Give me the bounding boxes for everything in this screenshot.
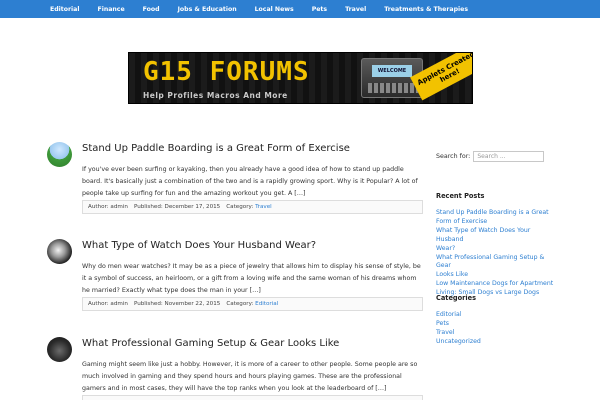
top-navigation: Editorial Finance Food Jobs & Education … <box>0 0 600 18</box>
search-label: Search for: <box>436 152 471 160</box>
category-item-uncategorized[interactable]: Uncategorized <box>436 338 556 347</box>
categories-list: Editorial Pets Travel Uncategorized <box>436 311 556 347</box>
post-title[interactable]: What Professional Gaming Setup & Gear Lo… <box>82 338 339 349</box>
watch-photo-icon[interactable] <box>47 239 72 264</box>
post-article: Stand Up Paddle Boarding is a Great Form… <box>47 142 423 216</box>
post-meta: Author: admin Published: November 22, 20… <box>82 297 423 311</box>
category-item-pets[interactable]: Pets <box>436 320 556 329</box>
post-title[interactable]: Stand Up Paddle Boarding is a Great Form… <box>82 143 350 154</box>
category-link[interactable]: Editorial <box>255 301 278 307</box>
nav-item-pets[interactable]: Pets <box>312 6 327 13</box>
categories-widget: Categories Editorial Pets Travel Uncateg… <box>436 294 556 347</box>
post-article: What Professional Gaming Setup & Gear Lo… <box>47 337 423 400</box>
recent-posts-title: Recent Posts <box>436 192 485 200</box>
author-name: admin <box>110 204 128 210</box>
nav-item-treatments-therapies[interactable]: Treatments & Therapies <box>384 6 468 13</box>
nav-item-travel[interactable]: Travel <box>345 6 366 13</box>
published-label: Published: <box>133 204 163 210</box>
recent-post-link[interactable]: Form of Exercise <box>436 218 556 227</box>
recent-post-link[interactable]: Stand Up Paddle Boarding is a Great <box>436 209 556 218</box>
category-item-travel[interactable]: Travel <box>436 329 556 338</box>
device-keys <box>368 83 418 93</box>
post-excerpt: Gaming might seem like just a hobby. How… <box>82 361 418 392</box>
post-excerpt: If you've ever been surfing or kayaking,… <box>82 166 418 197</box>
gaming-gear-photo-icon[interactable] <box>47 337 72 362</box>
published-date: November 22, 2015 <box>164 301 221 307</box>
published-label: Published: <box>133 301 163 307</box>
recent-post-link[interactable]: Low Maintenance Dogs for Apartment <box>436 280 556 289</box>
recent-posts-list: Stand Up Paddle Boarding is a Great Form… <box>436 209 556 298</box>
search-input[interactable] <box>473 150 545 162</box>
post-meta: Author: admin Published: December 17, 20… <box>82 200 423 214</box>
author-name: admin <box>110 301 128 307</box>
nav-item-jobs-education[interactable]: Jobs & Education <box>178 6 237 13</box>
nav-item-food[interactable]: Food <box>143 6 160 13</box>
post-excerpt: Why do men wear watches? It may be as a … <box>82 263 421 294</box>
nav-item-finance[interactable]: Finance <box>97 6 124 13</box>
recent-post-link[interactable]: What Type of Watch Does Your Husband <box>436 227 556 245</box>
published-date: December 17, 2015 <box>164 204 221 210</box>
recent-post-link[interactable]: Wear? <box>436 245 556 254</box>
category-link[interactable]: Travel <box>255 204 272 210</box>
device-screen: WELCOME <box>372 65 412 77</box>
author-label: Author: <box>88 301 109 307</box>
sidebar: Search for: Recent Posts Stand Up Paddle… <box>436 150 556 345</box>
recent-posts-widget: Recent Posts Stand Up Paddle Boarding is… <box>436 192 556 298</box>
search-widget: Search for: <box>436 150 556 162</box>
recent-post-link[interactable]: Looks Like <box>436 271 556 280</box>
banner-ad[interactable]: G15 FORUMS Help Profiles Macros And More… <box>128 52 473 104</box>
nav-menu: Editorial Finance Food Jobs & Education … <box>50 0 468 18</box>
category-item-editorial[interactable]: Editorial <box>436 311 556 320</box>
author-label: Author: <box>88 204 109 210</box>
post-article: What Type of Watch Does Your Husband Wea… <box>47 239 423 313</box>
nav-item-local-news[interactable]: Local News <box>255 6 294 13</box>
post-meta <box>82 395 423 400</box>
category-label: Category: <box>226 204 254 210</box>
recent-post-link[interactable]: What Professional Gaming Setup & Gear <box>436 254 556 272</box>
nav-item-editorial[interactable]: Editorial <box>50 6 79 13</box>
category-label: Category: <box>226 301 254 307</box>
banner-logo: G15 FORUMS <box>143 57 310 87</box>
paddleboard-photo-icon[interactable] <box>47 142 72 167</box>
post-title[interactable]: What Type of Watch Does Your Husband Wea… <box>82 240 316 251</box>
categories-title: Categories <box>436 294 477 302</box>
banner-tagline: Help Profiles Macros And More <box>143 91 288 100</box>
